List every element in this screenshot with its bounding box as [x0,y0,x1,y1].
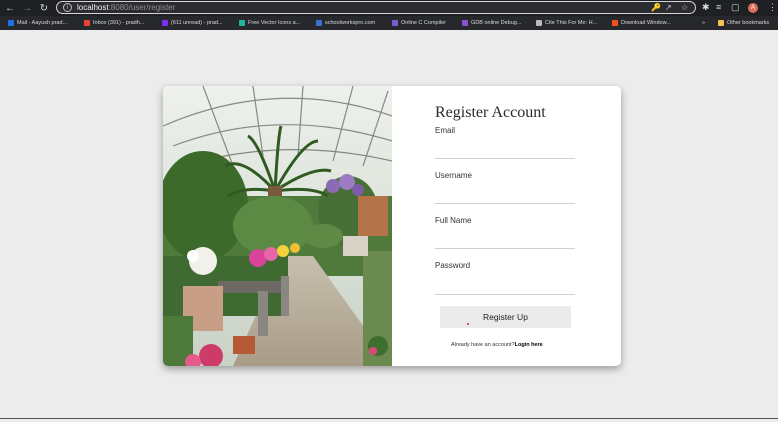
bookmark-label: Other bookmarks [727,20,770,26]
register-form: Register Account Email Username Full Nam… [435,86,620,366]
bookmark-item[interactable]: Free Vector Icons a... [239,20,300,26]
bookmark-item[interactable]: GDB online Debug... [462,20,521,26]
profile-avatar[interactable]: A [748,3,758,13]
reload-icon[interactable]: ↻ [37,1,51,15]
fullname-field[interactable] [435,234,575,249]
bookmark-item[interactable]: Download Window... [612,20,671,26]
bookmark-item[interactable]: Mail - Aayush prad... [8,20,67,26]
cursor-dot [467,323,469,325]
url-host: localhost [77,3,109,12]
login-prompt: Already have an account?Login here [451,342,543,348]
school-icon [316,20,322,26]
username-field[interactable] [435,189,575,204]
cite-icon [536,20,542,26]
bookmark-label: schoolworkspro.com [325,20,376,26]
bookmark-label: GDB online Debug... [471,20,522,26]
greenhouse-image [163,86,392,366]
url-path: :8080/user/register [108,3,176,12]
bookmark-item[interactable]: Online C Compiler [392,20,446,26]
page-bottom-divider [0,418,778,419]
fullname-label: Full Name [435,216,472,225]
password-label: Password [435,261,471,270]
address-bar[interactable]: i localhost:8080/user/register 🔑 ↗ ☆ [56,1,696,14]
star-icon[interactable]: ☆ [681,3,688,12]
bookmarks-bar: Mail - Aayush prad... Inbox (391) - prad… [0,16,778,30]
mail-icon [8,20,14,26]
browser-toolbar: ← → ↻ i localhost:8080/user/register 🔑 ↗… [0,0,778,16]
login-prompt-text: Already have an account? [451,342,515,348]
register-card: Register Account Email Username Full Nam… [163,86,621,366]
bookmark-label: (611 unread) - prad... [171,20,223,26]
bookmark-label: Download Window... [621,20,671,26]
menu-icon[interactable]: ⋮ [768,2,777,13]
bookmark-label: Inbox (391) - pradh... [93,20,145,26]
register-button[interactable]: Register Up [440,306,571,328]
folder-icon [718,20,724,26]
more-bookmarks-icon[interactable]: » [702,20,705,26]
register-button-label: Register Up [483,312,528,322]
yahoo-icon [162,20,168,26]
email-field[interactable] [435,144,575,159]
extensions-icon[interactable]: ✱ [702,2,710,13]
bookmark-label: Cite This For Me: H... [545,20,598,26]
flaticon-icon [239,20,245,26]
email-label: Email [435,126,456,135]
bookmark-label: Online C Compiler [401,20,446,26]
compiler-icon [392,20,398,26]
bookmark-folder[interactable]: Other bookmarks [718,20,769,26]
password-field[interactable] [435,280,575,295]
back-icon[interactable]: ← [3,1,17,15]
login-link[interactable]: Login here [515,342,543,348]
key-icon[interactable]: 🔑 [651,3,661,12]
form-title: Register Account [435,104,546,121]
bookmark-item[interactable]: schoolworkspro.com [316,20,375,26]
windows-icon [612,20,618,26]
site-info-icon[interactable]: i [63,3,72,12]
bookmark-item[interactable]: (611 unread) - prad... [162,20,223,26]
gmail-icon [84,20,90,26]
reading-list-icon[interactable]: ≡ [716,2,721,12]
bookmark-item[interactable]: Cite This For Me: H... [536,20,597,26]
share-icon[interactable]: ↗ [665,3,672,12]
side-panel-icon[interactable]: ▢ [731,2,740,13]
username-label: Username [435,171,472,180]
bookmark-item[interactable]: Inbox (391) - pradh... [84,20,144,26]
gdb-icon [462,20,468,26]
bookmark-label: Mail - Aayush prad... [17,20,68,26]
forward-icon[interactable]: → [20,1,34,15]
bookmark-label: Free Vector Icons a... [248,20,301,26]
